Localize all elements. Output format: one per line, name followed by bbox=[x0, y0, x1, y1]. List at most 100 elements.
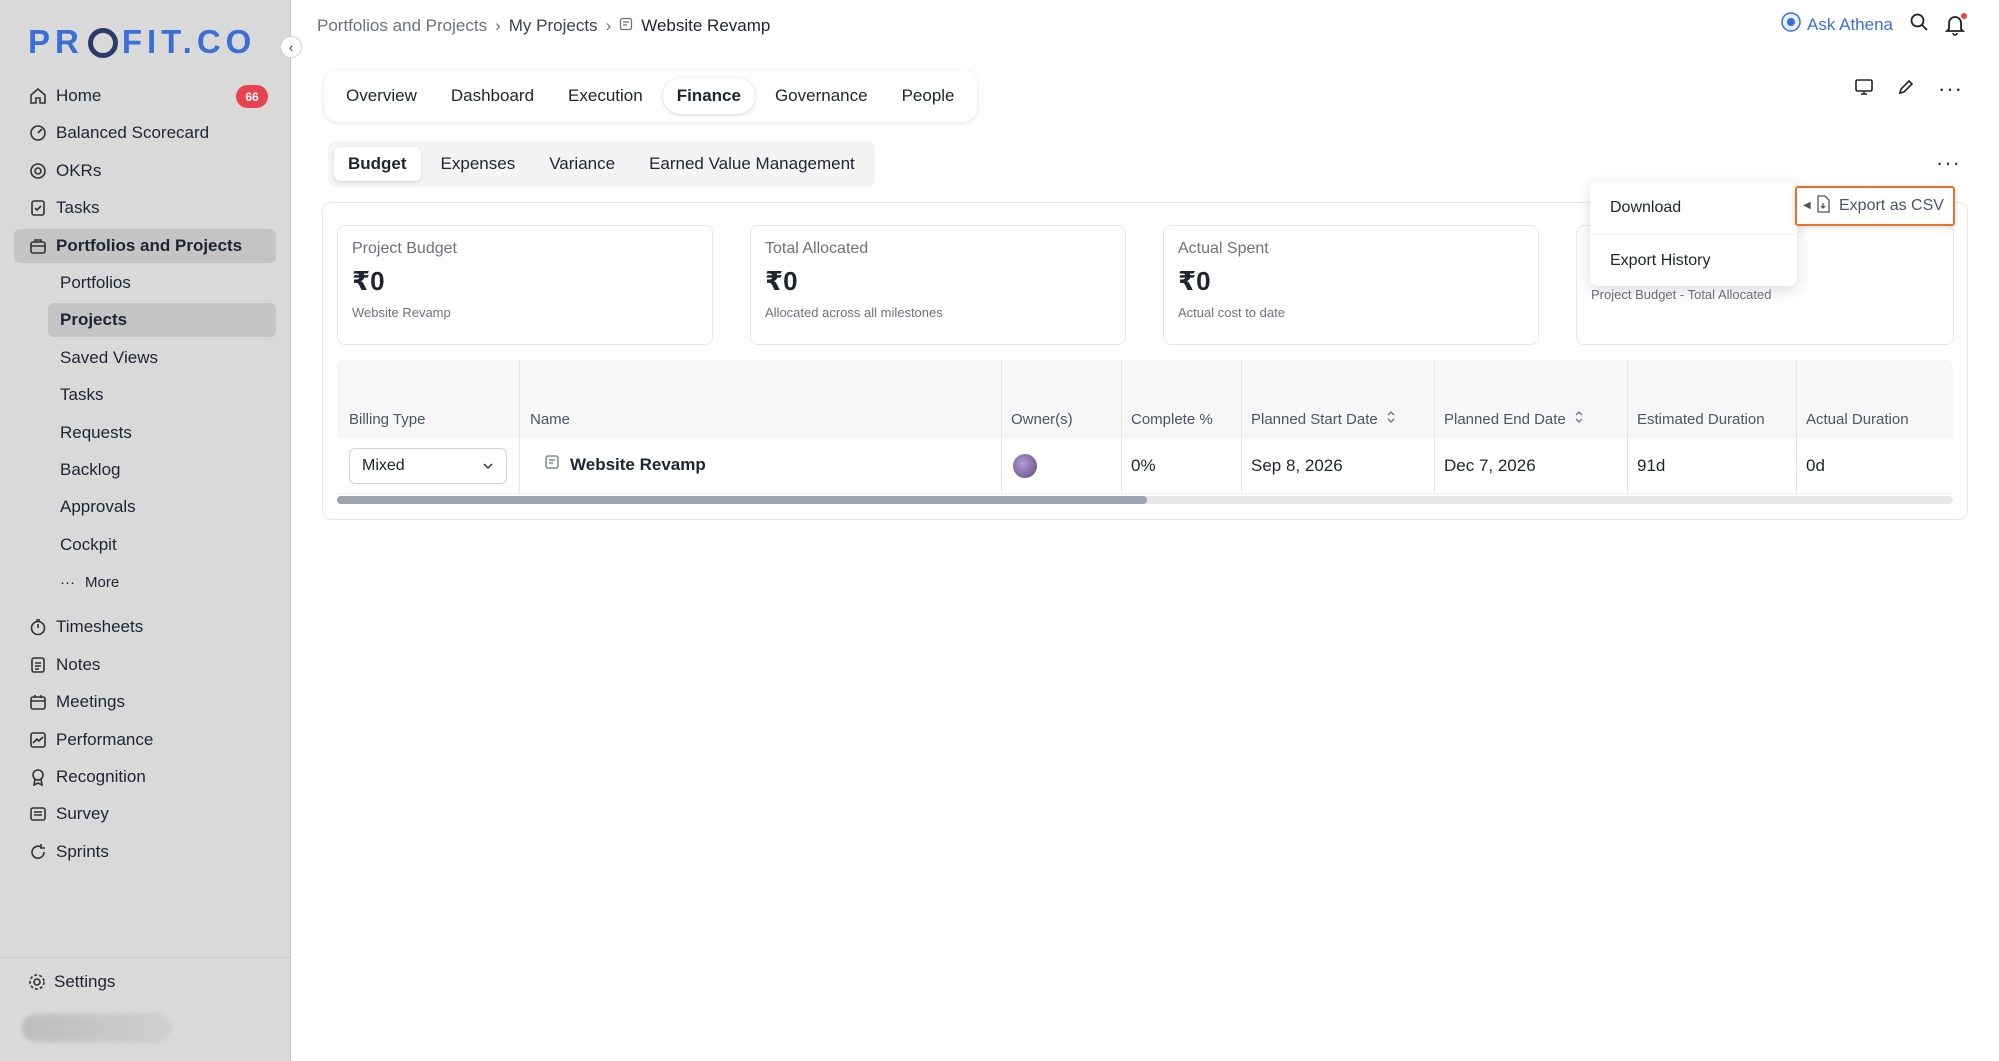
header-planned-start[interactable]: Planned Start Date bbox=[1251, 410, 1396, 428]
tab-finance[interactable]: Finance bbox=[662, 78, 755, 114]
card-value: ₹0 bbox=[1178, 266, 1211, 296]
award-icon bbox=[28, 767, 48, 787]
card-subtitle: Allocated across all milestones bbox=[765, 305, 943, 320]
calendar-icon bbox=[28, 692, 48, 712]
logo-o-icon bbox=[87, 28, 118, 58]
sidebar-item-cockpit[interactable]: Cockpit bbox=[14, 528, 276, 562]
menu-item-download[interactable]: Download bbox=[1590, 182, 1797, 234]
header-label: Planned Start Date bbox=[1251, 410, 1378, 428]
profitco-logo[interactable]: PR FIT.CO bbox=[28, 22, 256, 62]
subtab-budget[interactable]: Budget bbox=[334, 147, 421, 181]
budget-more-options-icon[interactable]: ··· bbox=[1936, 150, 1961, 176]
sidebar-item-label: Balanced Scorecard bbox=[56, 123, 210, 143]
sidebar-item-survey[interactable]: Survey bbox=[14, 797, 276, 831]
card-value: ₹0 bbox=[352, 266, 385, 296]
sidebar-item-label: Survey bbox=[56, 804, 109, 824]
sidebar-item-okrs[interactable]: OKRs bbox=[14, 154, 276, 188]
sidebar-item-tasks[interactable]: Tasks bbox=[14, 191, 276, 225]
scorecard-icon bbox=[28, 123, 48, 143]
sidebar-item-recognition[interactable]: Recognition bbox=[14, 760, 276, 794]
sidebar-item-portfolios-and-projects[interactable]: Portfolios and Projects bbox=[14, 228, 276, 263]
header-planned-end[interactable]: Planned End Date bbox=[1444, 410, 1584, 428]
sidebar-item-label: Notes bbox=[56, 654, 101, 674]
breadcrumb-my-projects[interactable]: My Projects bbox=[509, 16, 598, 36]
project-budget-card: Project Budget ₹0 Website Revamp bbox=[337, 225, 713, 345]
project-name-cell[interactable]: Website Revamp bbox=[544, 454, 706, 475]
notification-dot bbox=[1961, 12, 1967, 19]
budget-table: Billing Type Name Owner(s) Complete % Pl… bbox=[337, 360, 1953, 504]
sidebar-item-projects[interactable]: Projects bbox=[48, 303, 276, 338]
tab-overview[interactable]: Overview bbox=[332, 78, 431, 114]
sidebar-item-sub-tasks[interactable]: Tasks bbox=[14, 378, 276, 412]
sidebar-item-label: Meetings bbox=[56, 692, 125, 712]
planned-start-cell: Sep 8, 2026 bbox=[1251, 456, 1343, 475]
owner-avatar[interactable] bbox=[1013, 454, 1037, 478]
tab-people[interactable]: People bbox=[888, 78, 969, 114]
sidebar-item-performance[interactable]: Performance bbox=[14, 723, 276, 757]
breadcrumb-portfolios[interactable]: Portfolios and Projects bbox=[317, 16, 487, 36]
tab-execution[interactable]: Execution bbox=[554, 78, 657, 114]
bell-icon[interactable] bbox=[1945, 12, 1967, 36]
stopwatch-icon bbox=[28, 617, 48, 637]
sidebar-item-label: Tasks bbox=[60, 385, 104, 405]
header-estimated-duration: Estimated Duration bbox=[1637, 411, 1765, 428]
sidebar-item-home[interactable]: Home 66 bbox=[14, 79, 276, 113]
user-profile[interactable] bbox=[22, 1014, 172, 1042]
sidebar-item-label: Timesheets bbox=[56, 617, 144, 637]
sort-icon[interactable] bbox=[1574, 410, 1584, 428]
logo-text-right: FIT.CO bbox=[121, 23, 257, 60]
project-name[interactable]: Website Revamp bbox=[570, 455, 706, 475]
more-options-icon[interactable]: ··· bbox=[1938, 76, 1963, 102]
sidebar-item-sprints[interactable]: Sprints bbox=[14, 835, 276, 869]
header-actual-duration: Actual Duration bbox=[1806, 411, 1909, 428]
header-name: Name bbox=[530, 411, 571, 428]
card-value: ₹0 bbox=[765, 266, 798, 296]
sidebar-item-label: Saved Views bbox=[60, 347, 158, 367]
sort-icon[interactable] bbox=[1386, 410, 1396, 428]
ask-athena-label: Ask Athena bbox=[1806, 14, 1893, 34]
subtab-variance[interactable]: Variance bbox=[535, 147, 629, 181]
search-icon[interactable] bbox=[1909, 12, 1929, 37]
sidebar-item-meetings[interactable]: Meetings bbox=[14, 685, 276, 719]
subtab-earned-value-management[interactable]: Earned Value Management bbox=[635, 147, 869, 181]
tab-governance[interactable]: Governance bbox=[761, 78, 882, 114]
sidebar-item-backlog[interactable]: Backlog bbox=[14, 453, 276, 487]
sidebar-item-portfolios[interactable]: Portfolios bbox=[14, 266, 276, 300]
chevron-right-icon: › bbox=[495, 16, 501, 35]
settings-label: Settings bbox=[54, 972, 116, 991]
sidebar-item-label: Backlog bbox=[60, 459, 121, 479]
sidebar-item-settings[interactable]: Settings bbox=[28, 972, 115, 992]
ask-athena-button[interactable]: Ask Athena bbox=[1781, 12, 1893, 37]
sidebar-item-balanced-scorecard[interactable]: Balanced Scorecard bbox=[14, 116, 276, 150]
presentation-icon[interactable] bbox=[1854, 77, 1874, 102]
sidebar-item-notes[interactable]: Notes bbox=[14, 648, 276, 682]
sidebar-item-label: Projects bbox=[60, 310, 128, 330]
sidebar-item-label: Recognition bbox=[56, 767, 146, 787]
chevron-down-icon bbox=[482, 457, 494, 475]
sidebar-item-requests[interactable]: Requests bbox=[14, 416, 276, 450]
export-csv-option[interactable]: ◀ Export as CSV bbox=[1795, 186, 1955, 226]
table-row[interactable]: Mixed Website Revamp 0% Sep 8, 2026 Dec … bbox=[337, 438, 1953, 494]
breadcrumb-current: Website Revamp bbox=[641, 16, 771, 35]
scrollbar-thumb[interactable] bbox=[337, 496, 1147, 504]
sidebar-item-saved-views[interactable]: Saved Views bbox=[14, 341, 276, 375]
card-title: Project Budget bbox=[352, 240, 457, 257]
caret-left-icon: ◀ bbox=[1803, 200, 1811, 211]
sidebar-item-label: Sprints bbox=[56, 841, 109, 861]
table-header: Billing Type Name Owner(s) Complete % Pl… bbox=[337, 360, 1953, 438]
subtab-expenses[interactable]: Expenses bbox=[427, 147, 530, 181]
total-allocated-card: Total Allocated ₹0 Allocated across all … bbox=[750, 225, 1126, 345]
file-export-icon bbox=[1815, 194, 1831, 218]
collapse-sidebar-button[interactable]: ‹ bbox=[280, 36, 302, 58]
sidebar-item-timesheets[interactable]: Timesheets bbox=[14, 610, 276, 644]
nav-gap bbox=[14, 602, 276, 610]
edit-pencil-icon[interactable] bbox=[1896, 77, 1916, 102]
menu-item-export-history[interactable]: Export History bbox=[1590, 234, 1797, 286]
sidebar-item-more[interactable]: ··· More bbox=[14, 565, 276, 599]
sidebar-item-label: Portfolios and Projects bbox=[56, 235, 243, 255]
billing-type-select[interactable]: Mixed bbox=[349, 448, 507, 484]
tab-dashboard[interactable]: Dashboard bbox=[437, 78, 548, 114]
sidebar: PR FIT.CO Home 66 Balanced Scorecard OKRs… bbox=[0, 0, 291, 1061]
sidebar-item-approvals[interactable]: Approvals bbox=[14, 490, 276, 524]
complete-cell: 0% bbox=[1131, 456, 1156, 475]
